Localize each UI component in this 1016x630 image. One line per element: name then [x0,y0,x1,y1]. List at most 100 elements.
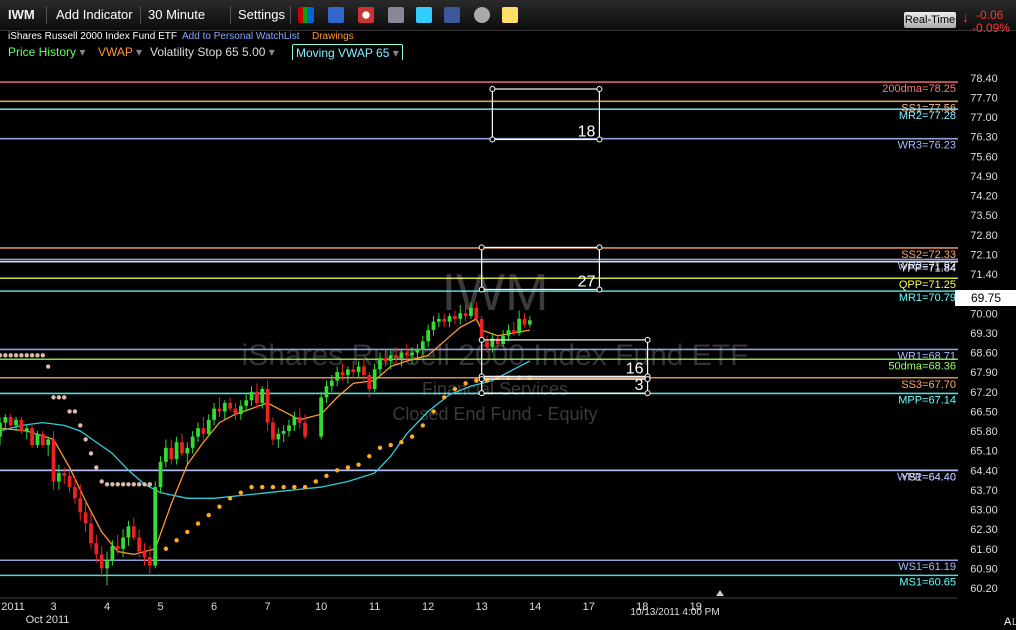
box-handle [489,136,496,143]
box-count-label: 27 [578,273,596,290]
box-count-label: 16 [626,360,644,377]
save-icon[interactable] [328,7,344,23]
symbol-label[interactable]: IWM [8,0,35,30]
candle-body [271,422,275,440]
stop-dot [99,479,104,484]
y-tick-label: 60.90 [970,563,998,575]
level-label: MPP=67.14 [898,394,956,406]
stop-dot [24,353,29,358]
y-tick-label: 62.30 [970,524,998,536]
stop-dot [62,395,67,400]
interval-dropdown[interactable]: 30 Minute [148,0,205,30]
add-indicator-button[interactable]: Add Indicator [56,0,133,30]
stop-dot [388,442,393,448]
chevron-down-icon: ▾ [79,45,86,59]
settings-button[interactable]: Settings [238,0,285,30]
candle-body [217,408,222,412]
fund-name: iShares Russell 2000 Index Fund ETF [8,31,177,42]
box-handle [478,390,485,397]
x-tick-label: 10 [315,601,327,613]
candle-body [394,355,398,359]
binoculars-icon[interactable] [474,7,490,23]
stop-dot [409,434,415,439]
box-handle [478,286,485,293]
candle-body [415,349,420,353]
y-tick-label: 72.80 [970,230,998,242]
stop-dot [260,484,265,490]
candle-body [89,523,93,544]
realtime-button[interactable]: Real-Time [904,12,956,28]
stop-dot [442,395,447,400]
stop-dot [270,484,276,490]
x-tick-label: 5 [157,601,163,613]
box-handle [644,336,651,343]
candle-body [94,543,99,555]
stop-dot [19,353,24,358]
candle-body [335,372,340,381]
candle-body [255,391,259,403]
toolbar-divider [290,6,291,24]
x-tick-label: 11 [369,601,380,613]
watermark-industry: Closed End Fund - Equity [392,404,597,424]
indicator-vwap[interactable]: VWAP ▾ [98,44,142,60]
chart-type-icon[interactable] [298,7,314,23]
level-label: SS3=67.70 [901,379,956,391]
candle-body [153,487,158,566]
stop-dot [120,482,126,487]
toolbar-divider [46,6,47,24]
y-tick-label: 70.00 [970,308,998,320]
candle-body [442,318,447,322]
stop-dot [431,409,436,414]
candle-body [324,386,329,398]
toolbar: IWM Add Indicator 30 Minute Settings Rea… [0,0,1016,35]
facebook-icon[interactable] [444,7,460,23]
y-tick-label: 67.20 [970,387,998,399]
candle-body [169,447,174,460]
candle-body [303,422,307,437]
stop-dot [104,482,110,487]
y-tick-label: 74.20 [970,191,998,203]
stop-dot [474,378,479,383]
stop-dot [83,437,88,442]
y-tick-label: 61.60 [970,544,998,556]
y-tick-label: 65.10 [970,446,998,458]
level-label: YPP=71.84 [900,263,956,275]
last-price-label: 69.75 [971,291,1001,305]
y-tick-label: 78.40 [970,73,998,85]
note-icon[interactable] [502,7,518,23]
stop-dot [56,395,62,400]
price-chart[interactable]: IWM iShares Russell 2000 Index Fund ETF … [0,60,1016,630]
twitter-icon[interactable] [416,7,432,23]
y-tick-label: 72.10 [970,249,998,261]
candle-body [265,388,270,423]
watchlist-link[interactable]: Add to Personal WatchList [182,30,299,44]
chevron-down-icon: ▾ [392,46,399,60]
stop-dot [345,465,351,470]
alarm-icon[interactable] [358,7,374,23]
stop-dot [206,512,211,518]
candle-body [201,428,206,434]
y-tick-label: 74.90 [970,171,998,183]
y-tick-label: 66.50 [970,406,998,418]
candle-body [287,425,291,432]
stop-dot [131,482,136,487]
candle-body [206,419,211,434]
box-handle [644,376,651,383]
drawings-link[interactable]: Drawings [312,30,354,44]
candle-body [105,559,109,569]
toolbar-divider [140,6,141,24]
candle-body [174,442,179,460]
candle-body [110,545,115,560]
print-icon[interactable] [388,7,404,23]
candle-body [196,428,200,437]
candle-body [362,366,366,375]
candle-body [142,551,147,558]
candle-body [185,447,190,454]
indicator-volatility-stop[interactable]: Volatility Stop 65 5.00 ▾ [150,44,275,60]
candle-body [367,374,372,389]
candle-body [527,320,532,325]
arrow-down-icon: ↓ [962,9,969,25]
x-tick-label: 12 [422,601,434,613]
x-tick-label: 4 [104,601,110,613]
indicator-price-history[interactable]: Price History ▾ [8,44,85,60]
